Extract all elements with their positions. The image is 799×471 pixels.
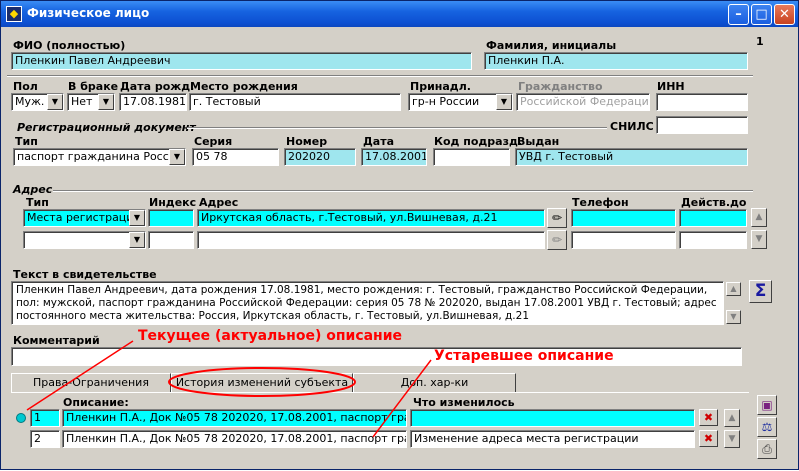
highlight-ellipse [168,367,356,397]
main-window: ◆ Физическое лицо – □ ✕ 1 ФИО (полностью… [0,0,799,470]
pointer-line [26,340,134,411]
pointer-line [372,359,432,438]
annotation-overlay [26,340,432,438]
